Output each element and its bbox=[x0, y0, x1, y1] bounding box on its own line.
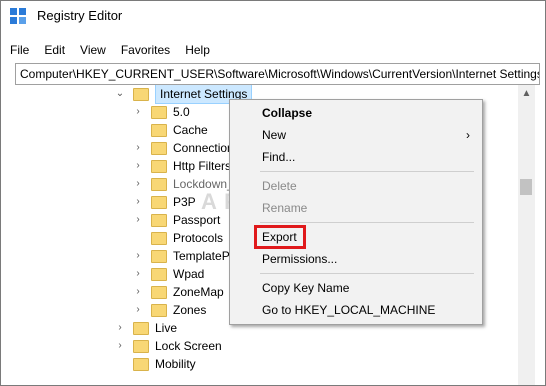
menu-goto-hklm[interactable]: Go to HKEY_LOCAL_MACHINE bbox=[230, 299, 482, 321]
chevron-down-icon[interactable]: ⌄ bbox=[115, 89, 125, 99]
tree-node-wpad[interactable]: › Wpad bbox=[133, 265, 204, 283]
menu-edit[interactable]: Edit bbox=[35, 43, 71, 57]
folder-icon bbox=[151, 249, 167, 263]
tree-node-label: TemplatePo bbox=[173, 249, 237, 263]
chevron-right-icon[interactable]: › bbox=[133, 161, 143, 171]
registry-editor-window: Registry Editor File Edit View Favorites… bbox=[0, 0, 546, 386]
menu-new-label: New bbox=[262, 128, 287, 142]
menu-copy-key-name[interactable]: Copy Key Name bbox=[230, 277, 482, 299]
context-menu: Collapse New › Find... Delete Rename Exp… bbox=[229, 99, 483, 325]
chevron-right-icon[interactable]: › bbox=[115, 323, 125, 333]
tree-node-label: Live bbox=[155, 321, 178, 335]
folder-icon bbox=[151, 105, 167, 119]
tree-node-label: Wpad bbox=[173, 267, 205, 281]
chevron-right-icon[interactable]: › bbox=[133, 143, 143, 153]
address-bar[interactable]: Computer\HKEY_CURRENT_USER\Software\Micr… bbox=[15, 63, 540, 85]
menu-file[interactable]: File bbox=[1, 43, 35, 57]
menu-rename[interactable]: Rename bbox=[230, 197, 482, 219]
folder-icon bbox=[151, 303, 167, 317]
folder-icon bbox=[151, 159, 167, 173]
folder-icon bbox=[133, 357, 149, 371]
folder-icon bbox=[133, 87, 149, 101]
tree-node-templatepolicies[interactable]: › TemplatePo bbox=[133, 247, 236, 265]
export-highlight-box bbox=[254, 225, 306, 249]
tree-node-label: Connection bbox=[173, 141, 234, 155]
registry-editor-icon bbox=[10, 8, 26, 24]
tree-node-label: ZoneMap bbox=[173, 285, 224, 299]
window-title: Registry Editor bbox=[37, 8, 123, 23]
chevron-right-icon[interactable]: › bbox=[133, 197, 143, 207]
tree-node-label: Lock Screen bbox=[155, 339, 222, 353]
menu-delete[interactable]: Delete bbox=[230, 175, 482, 197]
chevron-right-icon[interactable]: › bbox=[133, 269, 143, 279]
tree-node-connection[interactable]: › Connection bbox=[133, 139, 234, 157]
folder-icon bbox=[151, 213, 167, 227]
tree-node-protocols[interactable]: Protocols bbox=[133, 229, 223, 247]
tree-node-5-0[interactable]: › 5.0 bbox=[133, 103, 190, 121]
chevron-right-icon[interactable]: › bbox=[115, 341, 125, 351]
tree-node-label: Protocols bbox=[173, 231, 224, 245]
tree-node-live[interactable]: › Live bbox=[115, 319, 177, 337]
vertical-scrollbar[interactable]: ▲ bbox=[518, 85, 535, 385]
tree-node-label: Cache bbox=[173, 123, 208, 137]
tree-node-zones[interactable]: › Zones bbox=[133, 301, 206, 319]
chevron-right-icon[interactable]: › bbox=[133, 107, 143, 117]
menu-favorites[interactable]: Favorites bbox=[112, 43, 176, 57]
tree-node-label: 5.0 bbox=[173, 105, 190, 119]
folder-icon bbox=[151, 195, 167, 209]
tree-node-label: Mobility bbox=[155, 357, 196, 371]
chevron-right-icon[interactable]: › bbox=[133, 215, 143, 225]
chevron-right-icon[interactable]: › bbox=[133, 287, 143, 297]
folder-icon bbox=[151, 267, 167, 281]
folder-icon bbox=[151, 231, 167, 245]
menu-separator bbox=[260, 273, 474, 274]
folder-icon bbox=[133, 321, 149, 335]
menu-find[interactable]: Find... bbox=[230, 146, 482, 168]
folder-icon bbox=[133, 339, 149, 353]
menu-permissions[interactable]: Permissions... bbox=[230, 248, 482, 270]
folder-icon bbox=[151, 141, 167, 155]
scroll-up-icon[interactable]: ▲ bbox=[518, 87, 535, 101]
tree-node-lock-screen[interactable]: › Lock Screen bbox=[115, 337, 222, 355]
menu-bar: File Edit View Favorites Help bbox=[1, 39, 545, 61]
chevron-right-icon[interactable]: › bbox=[133, 179, 143, 189]
folder-icon bbox=[151, 177, 167, 191]
tree-node-mobility[interactable]: Mobility bbox=[115, 355, 196, 373]
menu-collapse[interactable]: Collapse bbox=[230, 102, 482, 124]
tree-node-label: Zones bbox=[173, 303, 207, 317]
tree-node-http-filters[interactable]: › Http Filters bbox=[133, 157, 231, 175]
menu-new[interactable]: New › bbox=[230, 124, 482, 146]
folder-icon bbox=[151, 285, 167, 299]
title-bar: Registry Editor bbox=[1, 1, 545, 31]
menu-separator bbox=[260, 222, 474, 223]
chevron-right-icon[interactable]: › bbox=[133, 305, 143, 315]
chevron-right-icon[interactable]: › bbox=[133, 251, 143, 261]
menu-separator bbox=[260, 171, 474, 172]
tree-node-label: P3P bbox=[173, 195, 196, 209]
folder-icon bbox=[151, 123, 167, 137]
chevron-right-icon: › bbox=[466, 128, 470, 142]
tree-node-label: Http Filters bbox=[173, 159, 232, 173]
menu-view[interactable]: View bbox=[71, 43, 112, 57]
tree-node-zonemap[interactable]: › ZoneMap bbox=[133, 283, 224, 301]
tree-node-cache[interactable]: Cache bbox=[133, 121, 208, 139]
tree-node-p3p[interactable]: › P3P bbox=[133, 193, 196, 211]
menu-help[interactable]: Help bbox=[176, 43, 216, 57]
scrollbar-thumb[interactable] bbox=[520, 179, 532, 195]
